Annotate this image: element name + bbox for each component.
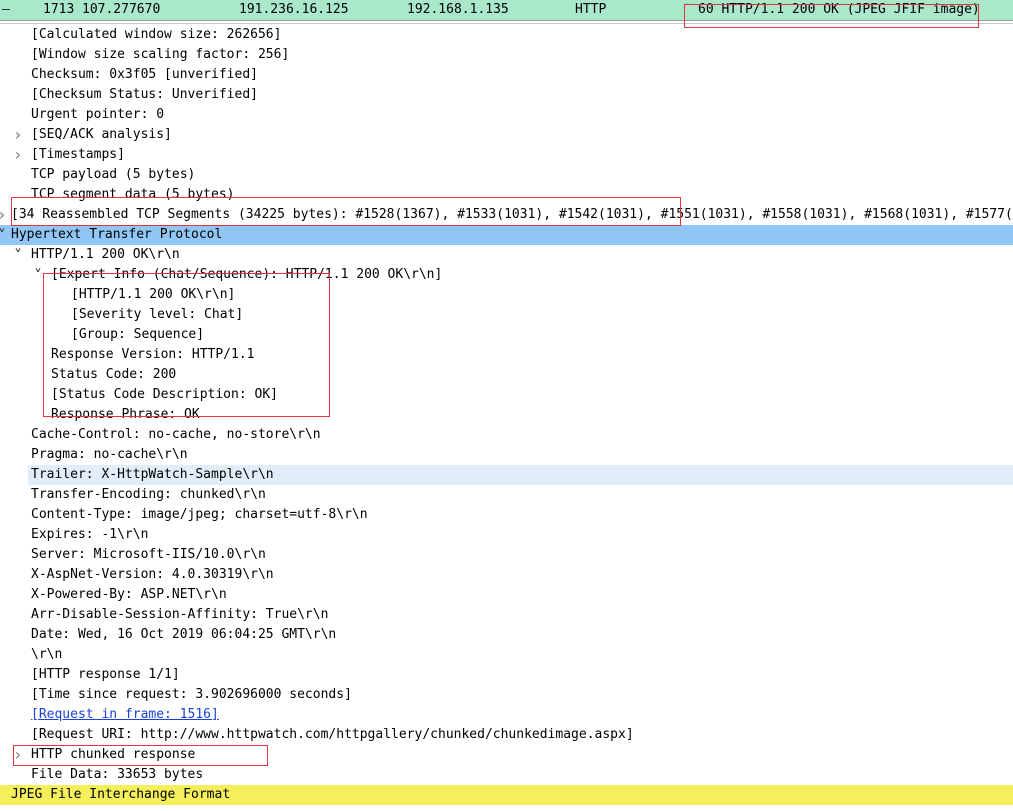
detail-text: Checksum: 0x3f05 [unverified] — [31, 67, 258, 82]
chevron-right-icon[interactable]: › — [0, 205, 8, 225]
detail-row[interactable]: Response Phrase: OK — [0, 405, 1013, 425]
detail-row[interactable]: [Request URI: http://www.httpwatch.com/h… — [0, 725, 1013, 745]
detail-row[interactable]: [Window size scaling factor: 256] — [0, 45, 1013, 65]
detail-row[interactable]: [Status Code Description: OK] — [0, 385, 1013, 405]
detail-text: Content-Type: image/jpeg; charset=utf-8\… — [31, 507, 368, 522]
detail-row[interactable]: \r\n — [0, 645, 1013, 665]
detail-text: TCP payload (5 bytes) — [31, 167, 196, 182]
detail-text: File Data: 33653 bytes — [31, 767, 204, 782]
packet-number: 1713 — [43, 2, 75, 17]
detail-row[interactable]: File Data: 33653 bytes — [0, 765, 1013, 785]
packet-marker-icon — [2, 9, 10, 10]
detail-text: [SEQ/ACK analysis] — [31, 127, 172, 142]
detail-text: Arr-Disable-Session-Affinity: True\r\n — [31, 607, 329, 622]
selected-packet-row[interactable]: 1713 107.277670 191.236.16.125 192.168.1… — [0, 0, 1013, 20]
detail-row[interactable]: ›[34 Reassembled TCP Segments (34225 byt… — [0, 205, 1013, 225]
packet-protocol: HTTP — [575, 2, 607, 17]
detail-text: [HTTP/1.1 200 OK\r\n] — [71, 287, 236, 302]
detail-row[interactable]: Arr-Disable-Session-Affinity: True\r\n — [0, 605, 1013, 625]
detail-text: Transfer-Encoding: chunked\r\n — [31, 487, 266, 502]
detail-text: [Time since request: 3.902696000 seconds… — [31, 687, 352, 702]
detail-text: [Window size scaling factor: 256] — [31, 47, 290, 62]
chevron-right-icon[interactable]: › — [12, 125, 24, 145]
detail-text: [HTTP response 1/1] — [31, 667, 180, 682]
detail-text[interactable]: [Request in frame: 1516] — [31, 705, 219, 725]
detail-row[interactable]: Urgent pointer: 0 — [0, 105, 1013, 125]
detail-row[interactable]: Date: Wed, 16 Oct 2019 06:04:25 GMT\r\n — [0, 625, 1013, 645]
detail-row[interactable]: Checksum: 0x3f05 [unverified] — [0, 65, 1013, 85]
detail-row[interactable]: X-AspNet-Version: 4.0.30319\r\n — [0, 565, 1013, 585]
detail-text: TCP segment data (5 bytes) — [31, 187, 235, 202]
detail-row[interactable]: Pragma: no-cache\r\n — [0, 445, 1013, 465]
chevron-right-icon[interactable]: › — [12, 145, 24, 165]
detail-row[interactable]: Cache-Control: no-cache, no-store\r\n — [0, 425, 1013, 445]
detail-row[interactable]: Server: Microsoft-IIS/10.0\r\n — [0, 545, 1013, 565]
detail-text: Response Phrase: OK — [51, 407, 200, 422]
chevron-down-icon[interactable]: ˅ — [32, 265, 44, 285]
detail-text: [34 Reassembled TCP Segments (34225 byte… — [11, 207, 1013, 222]
detail-row[interactable]: TCP payload (5 bytes) — [0, 165, 1013, 185]
detail-text: HTTP chunked response — [31, 747, 196, 762]
detail-text: Hypertext Transfer Protocol — [11, 227, 223, 242]
detail-text: X-Powered-By: ASP.NET\r\n — [31, 587, 227, 602]
detail-row[interactable]: [Calculated window size: 262656] — [0, 25, 1013, 45]
detail-row[interactable]: › [SEQ/ACK analysis] — [0, 125, 1013, 145]
detail-row[interactable]: [HTTP response 1/1] — [0, 665, 1013, 685]
detail-text: [Severity level: Chat] — [71, 307, 244, 322]
detail-row[interactable]: Expires: -1\r\n — [0, 525, 1013, 545]
detail-row[interactable]: ˅ [Expert Info (Chat/Sequence): HTTP/1.1 … — [0, 265, 1013, 285]
detail-row[interactable]: [Request in frame: 1516] — [0, 705, 1013, 725]
detail-text: Cache-Control: no-cache, no-store\r\n — [31, 427, 321, 442]
pane-divider-inner — [0, 23, 1013, 24]
detail-row[interactable]: [HTTP/1.1 200 OK\r\n] — [0, 285, 1013, 305]
detail-row[interactable]: X-Powered-By: ASP.NET\r\n — [0, 585, 1013, 605]
detail-row[interactable]: Status Code: 200 — [0, 365, 1013, 385]
detail-row[interactable]: › [Timestamps] — [0, 145, 1013, 165]
detail-text: Pragma: no-cache\r\n — [31, 447, 188, 462]
detail-row[interactable]: [Time since request: 3.902696000 seconds… — [0, 685, 1013, 705]
detail-row[interactable]: Content-Type: image/jpeg; charset=utf-8\… — [0, 505, 1013, 525]
packet-time: 107.277670 — [82, 2, 161, 17]
pane-divider — [0, 20, 1013, 21]
detail-row[interactable]: Transfer-Encoding: chunked\r\n — [0, 485, 1013, 505]
chevron-down-icon[interactable]: ˅ — [0, 225, 8, 245]
detail-text: Status Code: 200 — [51, 367, 177, 382]
packet-source: 191.236.16.125 — [239, 2, 349, 17]
detail-text: \r\n — [31, 647, 63, 662]
detail-text: [Request URI: http://www.httpwatch.com/h… — [31, 727, 634, 742]
packet-destination: 192.168.1.135 — [407, 2, 509, 17]
detail-text: Server: Microsoft-IIS/10.0\r\n — [31, 547, 266, 562]
detail-text: [Group: Sequence] — [71, 327, 205, 342]
detail-text: [Expert Info (Chat/Sequence): HTTP/1.1 2… — [51, 267, 443, 282]
detail-text: HTTP/1.1 200 OK\r\n — [31, 247, 180, 262]
detail-text: [Status Code Description: OK] — [51, 387, 278, 402]
detail-text: [Timestamps] — [31, 147, 125, 162]
detail-row[interactable]: Trailer: X-HttpWatch-Sample\r\n — [0, 465, 1013, 485]
detail-row[interactable]: TCP segment data (5 bytes) — [0, 185, 1013, 205]
detail-row[interactable]: › HTTP chunked response — [0, 745, 1013, 765]
detail-text: Trailer: X-HttpWatch-Sample\r\n — [31, 467, 274, 482]
packet-details-tree: [Calculated window size: 262656] [Window … — [0, 25, 1013, 805]
detail-text: Urgent pointer: 0 — [31, 107, 165, 122]
detail-row[interactable]: [Severity level: Chat] — [0, 305, 1013, 325]
detail-text: [Checksum Status: Unverified] — [31, 87, 258, 102]
detail-text: X-AspNet-Version: 4.0.30319\r\n — [31, 567, 274, 582]
detail-text: [Calculated window size: 262656] — [31, 27, 282, 42]
packet-info: 60 HTTP/1.1 200 OK (JPEG JFIF image) — [698, 2, 980, 17]
chevron-down-icon[interactable]: ˅ — [12, 245, 24, 265]
detail-row[interactable]: JPEG File Interchange Format — [0, 785, 1013, 805]
detail-row[interactable]: ˅ HTTP/1.1 200 OK\r\n — [0, 245, 1013, 265]
detail-row[interactable]: ˅ Hypertext Transfer Protocol — [0, 225, 1013, 245]
chevron-right-icon[interactable]: › — [12, 745, 24, 765]
detail-text: Response Version: HTTP/1.1 — [51, 347, 255, 362]
detail-row[interactable]: [Group: Sequence] — [0, 325, 1013, 345]
detail-row[interactable]: Response Version: HTTP/1.1 — [0, 345, 1013, 365]
detail-text: JPEG File Interchange Format — [11, 787, 231, 802]
detail-row[interactable]: [Checksum Status: Unverified] — [0, 85, 1013, 105]
detail-text: Expires: -1\r\n — [31, 527, 149, 542]
detail-text: Date: Wed, 16 Oct 2019 06:04:25 GMT\r\n — [31, 627, 337, 642]
